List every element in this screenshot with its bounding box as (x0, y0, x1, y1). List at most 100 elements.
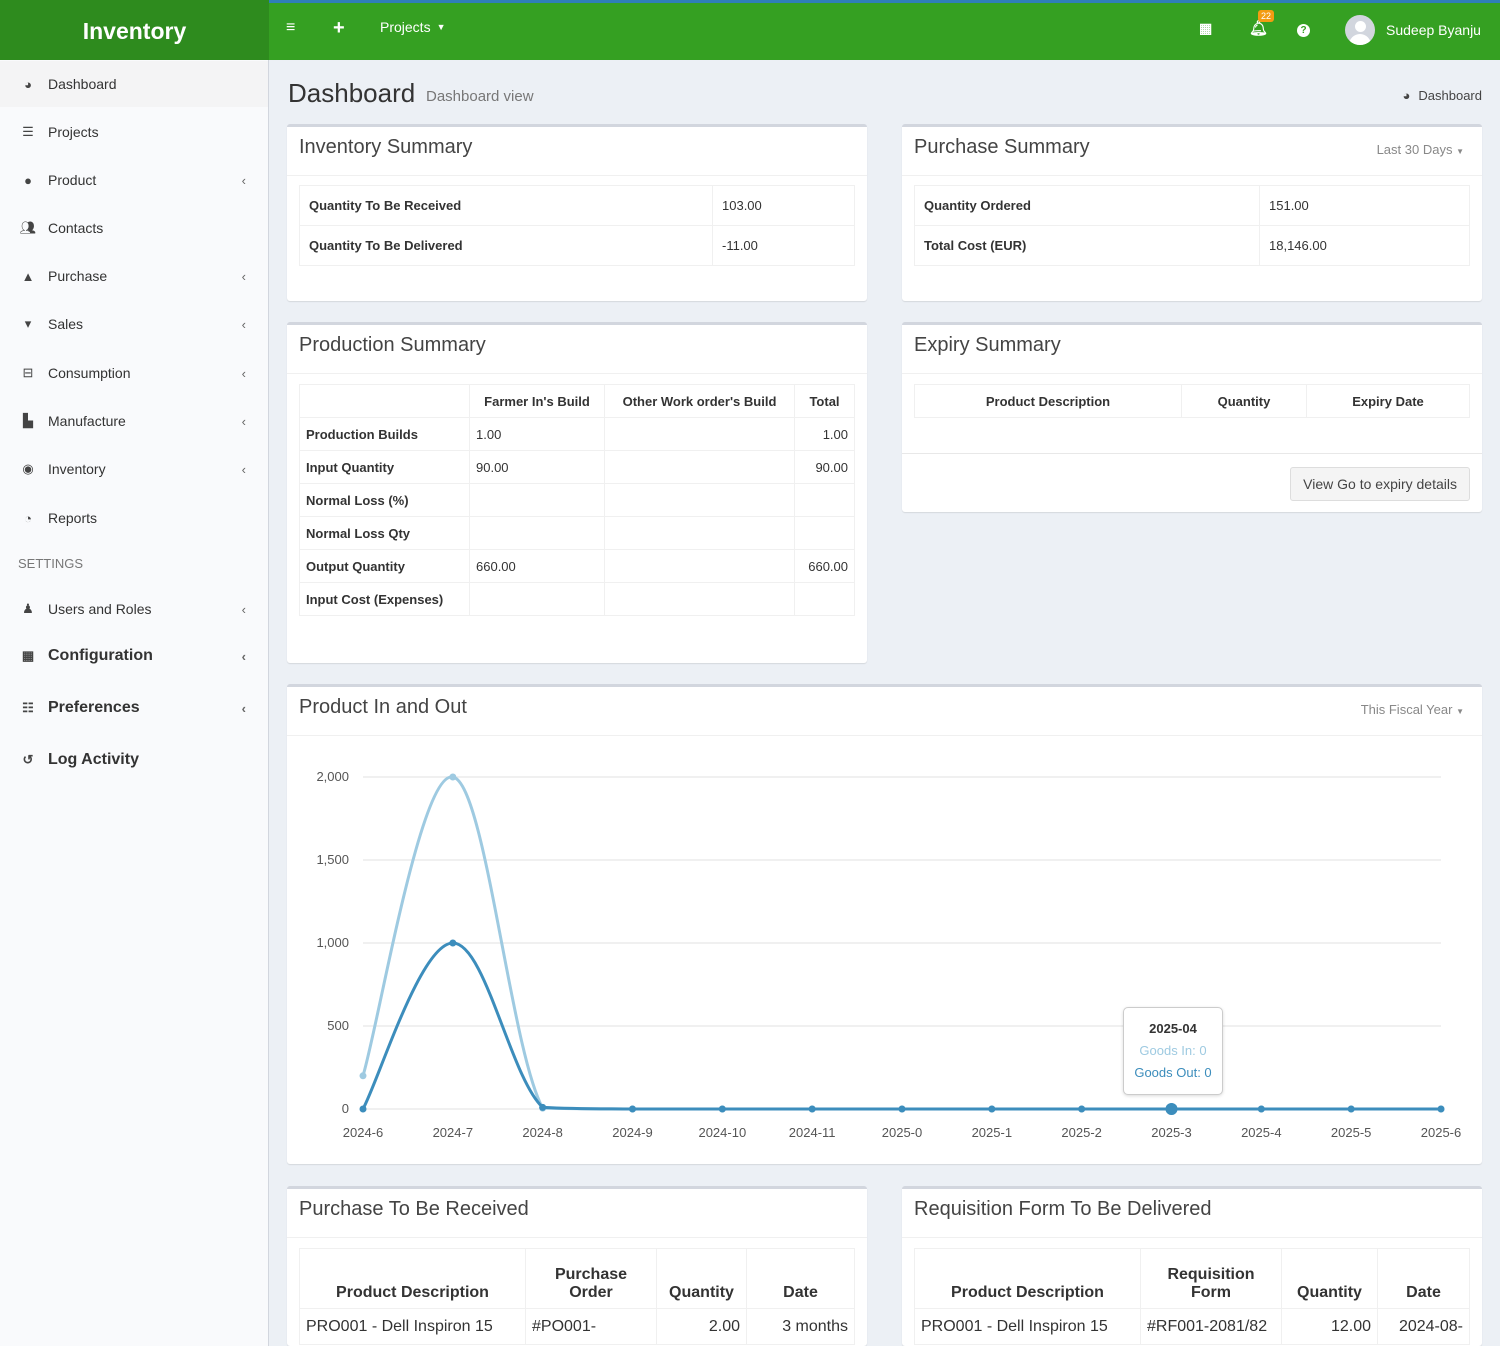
table-row[interactable]: PRO001 - Dell Inspiron 15 #PO001- 2.00 3… (299, 1308, 855, 1345)
data-point-goods-out (808, 1105, 816, 1113)
period-dropdown[interactable]: This Fiscal Year ▼ (1361, 702, 1464, 717)
table-cell: Normal Loss (%) (299, 483, 470, 517)
user-menu[interactable]: Sudeep Byanju (1345, 15, 1481, 45)
y-tick-label: 1,000 (316, 935, 349, 950)
apps-grid-icon[interactable]: ▦ (1199, 20, 1212, 37)
table-cell: 660.00 (469, 549, 605, 583)
x-tick-label: 2025-4 (1241, 1125, 1281, 1140)
table-cell-value: 103.00 (712, 185, 855, 226)
table-cell-value: 151.00 (1259, 185, 1470, 226)
table-cell (604, 516, 795, 550)
grid-icon: ▦ (21, 648, 35, 663)
y-tick-label: 0 (342, 1101, 349, 1116)
sidebar-item-manufacture[interactable]: ▙ Manufacture ‹ (0, 398, 268, 444)
sidebar-item-projects[interactable]: ☰ Projects (0, 109, 268, 155)
column-header: Expiry Date (1306, 384, 1470, 418)
table-cell-label: Total Cost (EUR) (914, 225, 1260, 266)
sidebar-item-preferences[interactable]: ☷ Preferences ‹ (0, 685, 268, 731)
table-cell-label: Quantity To Be Delivered (299, 225, 713, 266)
notifications-button[interactable]: 🔔︎ 22 (1249, 10, 1275, 37)
product-icon: ● (24, 172, 32, 188)
tooltip-goods-out: Goods Out: 0 (1134, 1065, 1212, 1080)
table-cell: 2024-08- (1377, 1308, 1470, 1345)
requisition-to-be-delivered-box: Requisition Form To Be Delivered Product… (902, 1186, 1482, 1346)
column-header: Quantity (1181, 384, 1307, 418)
sidebar-item-consumption[interactable]: ⊟ Consumption ‹ (0, 350, 268, 396)
inventory-summary-box: Inventory Summary Quantity To Be Receive… (287, 124, 867, 301)
period-dropdown[interactable]: Last 30 Days ▼ (1377, 142, 1464, 157)
table-cell: 90.00 (794, 450, 855, 484)
sidebar-item-configuration[interactable]: ▦ Configuration ‹ (0, 633, 268, 679)
view-expiry-details-button[interactable]: View Go to expiry details (1290, 467, 1470, 501)
table-row: Quantity Ordered 151.00 (914, 185, 1470, 226)
sidebar-item-dashboard[interactable]: ◕ Dashboard (0, 61, 268, 107)
data-point-goods-out (718, 1105, 726, 1113)
top-navbar: Inventory ≡ + Projects ▼ ▦ 🔔︎ 22 ? Sudee… (0, 0, 1500, 63)
table-cell-value: 18,146.00 (1259, 225, 1470, 266)
table-cell: 1.00 (469, 417, 605, 451)
page-subtitle: Dashboard view (426, 88, 534, 105)
purchase-to-be-received-table: Product Description Purchase Order Quant… (299, 1248, 855, 1345)
hamburger-icon[interactable]: ≡ (286, 19, 295, 37)
table-row: Input Cost (Expenses) (299, 582, 855, 616)
projects-dropdown[interactable]: Projects ▼ (380, 19, 446, 35)
sidebar-item-log-activity[interactable]: ↺ Log Activity (0, 737, 268, 783)
table-cell: PRO001 - Dell Inspiron 15 (299, 1308, 526, 1345)
table-cell-value: -11.00 (712, 225, 855, 266)
sidebar-item-contacts[interactable]: 👥︎ Contacts (0, 205, 268, 251)
data-point-goods-in (449, 773, 457, 781)
table-cell[interactable]: #PO001- (525, 1308, 657, 1345)
box-title: Production Summary (299, 334, 486, 356)
chevron-left-icon: ‹ (241, 365, 246, 381)
sidebar-item-purchase[interactable]: ▲ Purchase ‹ (0, 253, 268, 299)
data-point-goods-out (988, 1105, 996, 1113)
list-icon: ☰ (22, 124, 34, 139)
table-row: Normal Loss Qty (299, 516, 855, 550)
table-row[interactable]: PRO001 - Dell Inspiron 15 #RF001-2081/82… (914, 1308, 1470, 1345)
sidebar-item-inventory[interactable]: ◉ Inventory ‹ (0, 446, 268, 492)
x-tick-label: 2024-7 (433, 1125, 473, 1140)
help-icon[interactable]: ? (1297, 24, 1310, 37)
box-title: Requisition Form To Be Delivered (914, 1198, 1212, 1220)
breadcrumb-item[interactable]: Dashboard (1418, 88, 1482, 103)
sidebar-item-label: Purchase (48, 268, 108, 284)
chevron-left-icon: ‹ (241, 700, 246, 716)
app-brand[interactable]: Inventory (0, 0, 269, 63)
user-name: Sudeep Byanju (1386, 22, 1481, 38)
data-point-goods-out (1437, 1105, 1445, 1113)
product-in-out-box: Product In and Out This Fiscal Year ▼ 0 5… (287, 684, 1482, 1164)
production-summary-box: Production Summary Farmer In's Build Oth… (287, 322, 867, 663)
data-point-goods-out (898, 1105, 906, 1113)
x-tick-label: 2024-8 (522, 1125, 562, 1140)
tooltip-title: 2025-04 (1149, 1021, 1197, 1036)
bag-icon: ▲ (21, 268, 35, 284)
table-cell (794, 483, 855, 517)
column-header: Total (794, 384, 855, 418)
table-cell (794, 516, 855, 550)
table-cell[interactable]: #RF001-2081/82 (1140, 1308, 1282, 1345)
sidebar-item-users-and-roles[interactable]: ♟ Users and Roles ‹ (0, 586, 268, 632)
product-in-out-chart: 0 500 1,000 1,500 2,000 2024-6 2024-7 2024-8 202… (316, 769, 1461, 1140)
box-title: Purchase To Be Received (299, 1198, 529, 1220)
box-title: Product In and Out (299, 696, 467, 718)
sidebar-item-reports[interactable]: ◔ Reports (0, 495, 268, 541)
x-tick-label: 2025-3 (1151, 1125, 1191, 1140)
chevron-left-icon: ‹ (241, 648, 246, 664)
column-header: Farmer In's Build (469, 384, 605, 418)
x-tick-label: 2024-11 (789, 1125, 836, 1140)
sidebar-item-product[interactable]: ● Product ‹ (0, 157, 268, 203)
column-header: Date (746, 1248, 855, 1309)
tooltip-goods-in: Goods In: 0 (1139, 1043, 1207, 1058)
sidebar-item-label: Product (48, 172, 97, 188)
table-header-row: Product Description Purchase Order Quant… (299, 1248, 855, 1309)
column-header: Product Description (914, 384, 1182, 418)
plus-icon[interactable]: + (333, 17, 345, 40)
data-point-goods-out (1257, 1105, 1265, 1113)
table-cell: PRO001 - Dell Inspiron 15 (914, 1308, 1141, 1345)
cart-icon: ▾ (24, 316, 32, 331)
sidebar-item-label: Sales (48, 316, 84, 332)
avatar (1345, 15, 1375, 45)
production-summary-table: Farmer In's Build Other Work order's Bui… (299, 384, 855, 616)
sidebar-item-label: Configuration (48, 647, 153, 664)
sidebar-item-sales[interactable]: ▾ Sales ‹ (0, 301, 268, 347)
